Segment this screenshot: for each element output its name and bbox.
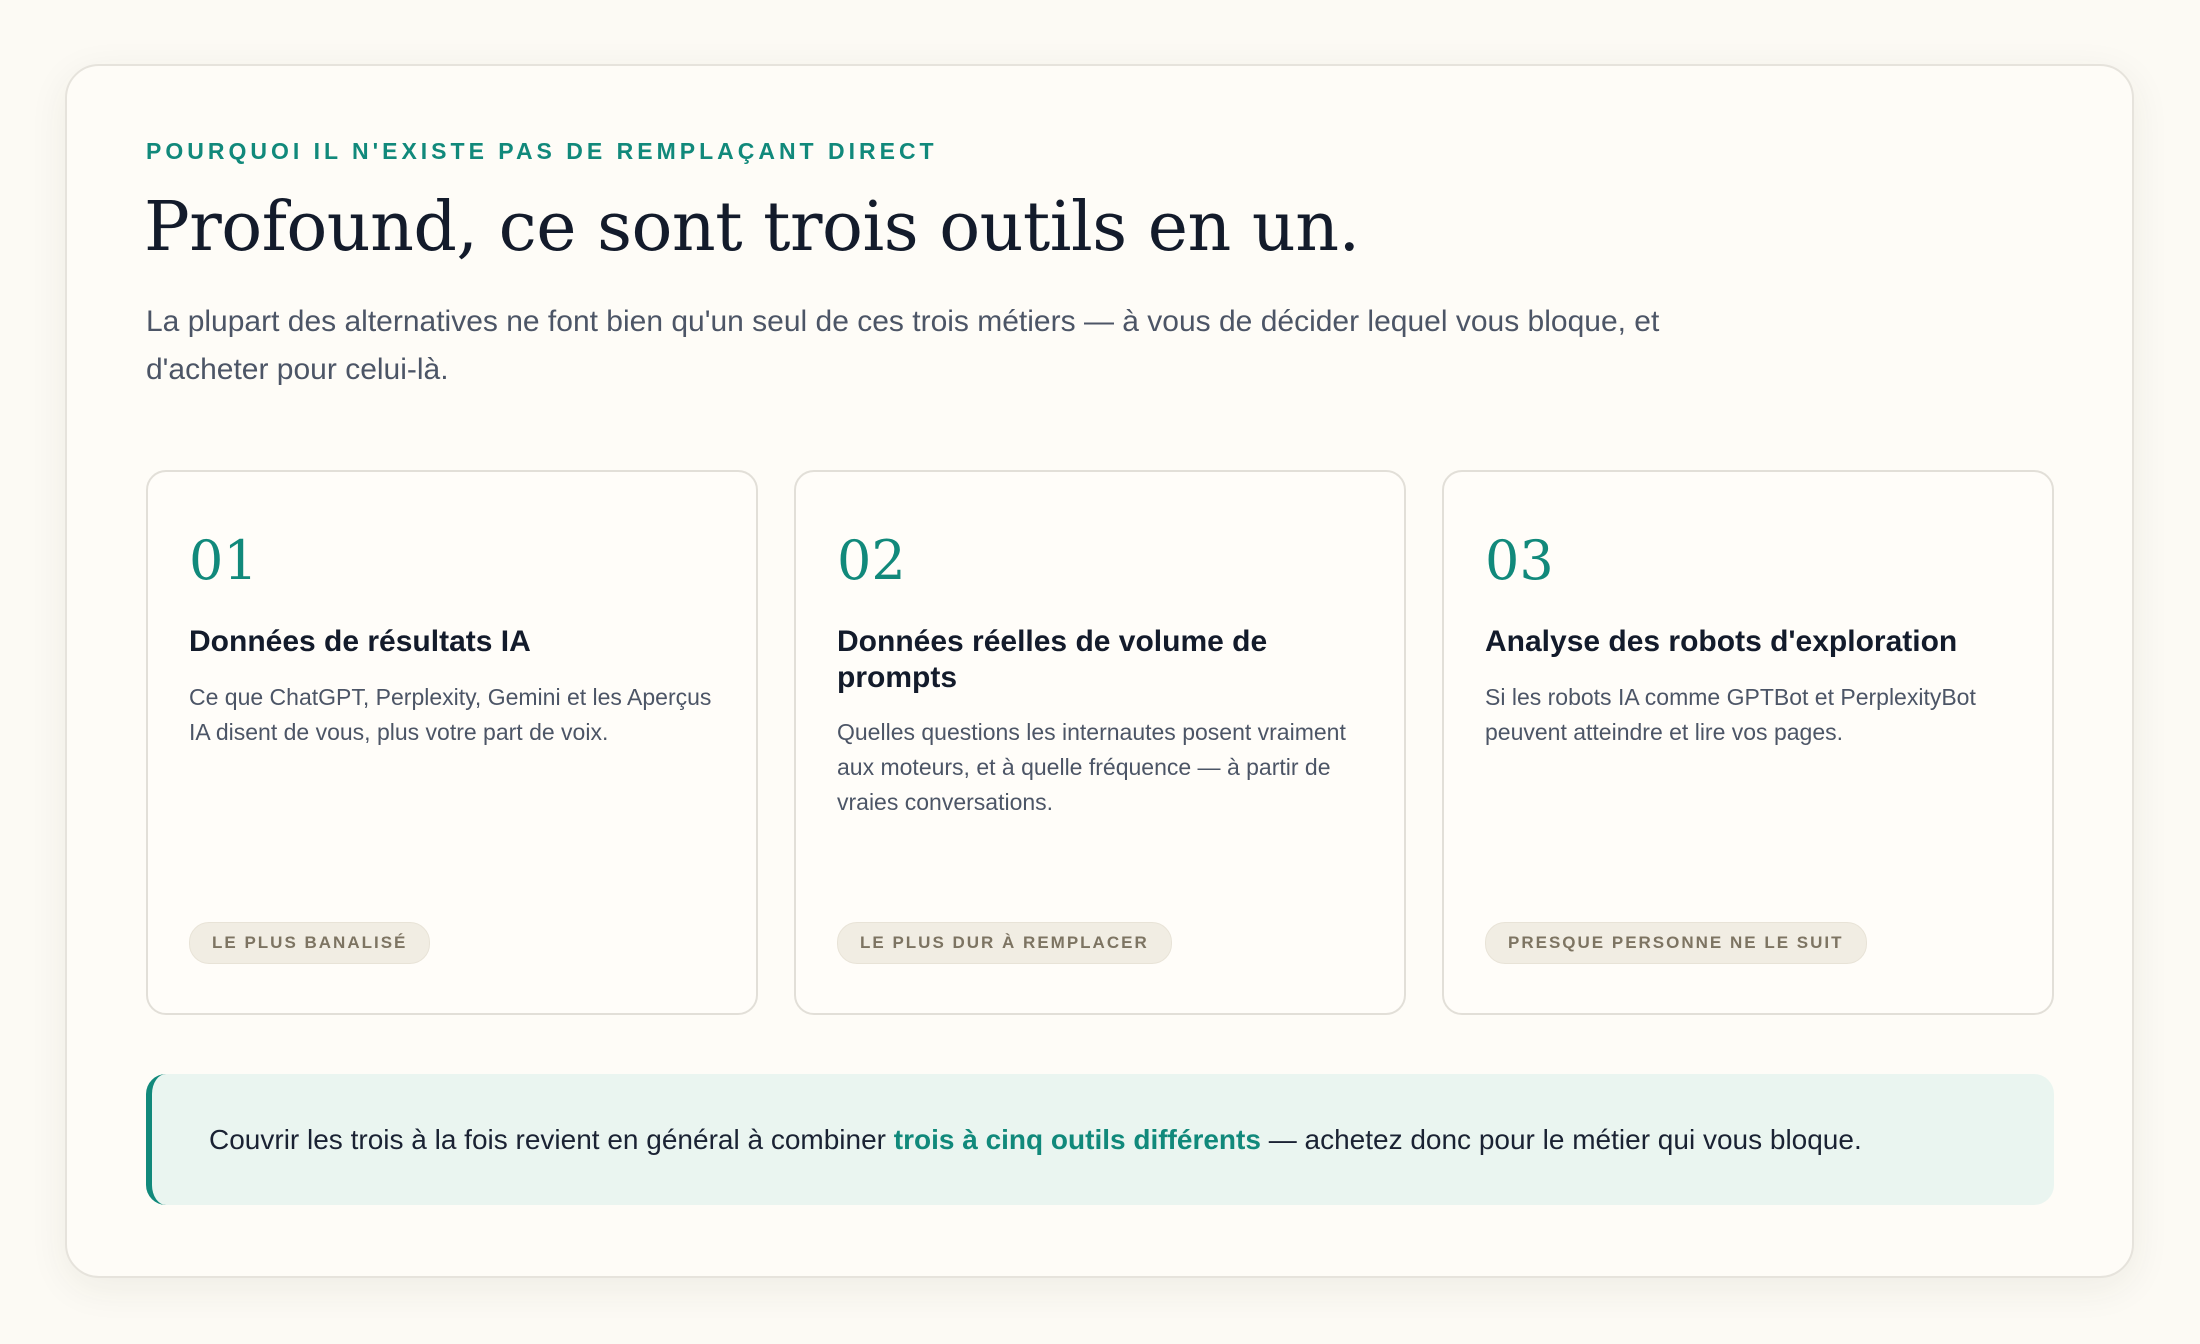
card-description: Ce que ChatGPT, Perplexity, Gemini et le… bbox=[189, 684, 712, 745]
callout-text-before: Couvrir les trois à la fois revient en g… bbox=[209, 1123, 894, 1155]
card-description: Quelles questions les internautes posent… bbox=[837, 719, 1346, 815]
callout-text-after: — achetez donc pour le métier qui vous b… bbox=[1260, 1123, 1862, 1155]
callout-text: Couvrir les trois à la fois revient en g… bbox=[209, 1120, 1862, 1160]
card-title: Analyse des robots d'exploration bbox=[1485, 625, 1958, 658]
feature-card-prompt-volume: 02 Données réelles de volume de prompts … bbox=[794, 470, 1406, 1015]
card-title: Données réelles de volume de prompts bbox=[837, 625, 1268, 694]
lead-paragraph: La plupart des alternatives ne font bien… bbox=[146, 305, 1660, 386]
callout-highlight: trois à cinq outils différents bbox=[893, 1123, 1261, 1155]
section-eyebrow: POURQUOI IL N'EXISTE PAS DE REMPLAÇANT D… bbox=[146, 138, 938, 164]
card-description: Si les robots IA comme GPTBot et Perplex… bbox=[1485, 684, 1976, 745]
card-number: 01 bbox=[189, 529, 258, 592]
card-badge: PRESQUE PERSONNE NE LE SUIT bbox=[1485, 922, 1867, 964]
card-badge: LE PLUS DUR À REMPLACER bbox=[837, 922, 1172, 964]
card-number: 03 bbox=[1485, 529, 1554, 592]
card-badge: LE PLUS BANALISÉ bbox=[189, 922, 431, 964]
summary-callout: Couvrir les trois à la fois revient en g… bbox=[146, 1074, 2054, 1205]
card-number: 02 bbox=[837, 529, 906, 592]
feature-card-results-data: 01 Données de résultats IA Ce que ChatGP… bbox=[146, 470, 758, 1015]
card-title: Données de résultats IA bbox=[189, 625, 531, 658]
page-title: Profound, ce sont trois outils en un. bbox=[144, 188, 1360, 267]
feature-card-crawler-analysis: 03 Analyse des robots d'exploration Si l… bbox=[1442, 470, 2054, 1015]
